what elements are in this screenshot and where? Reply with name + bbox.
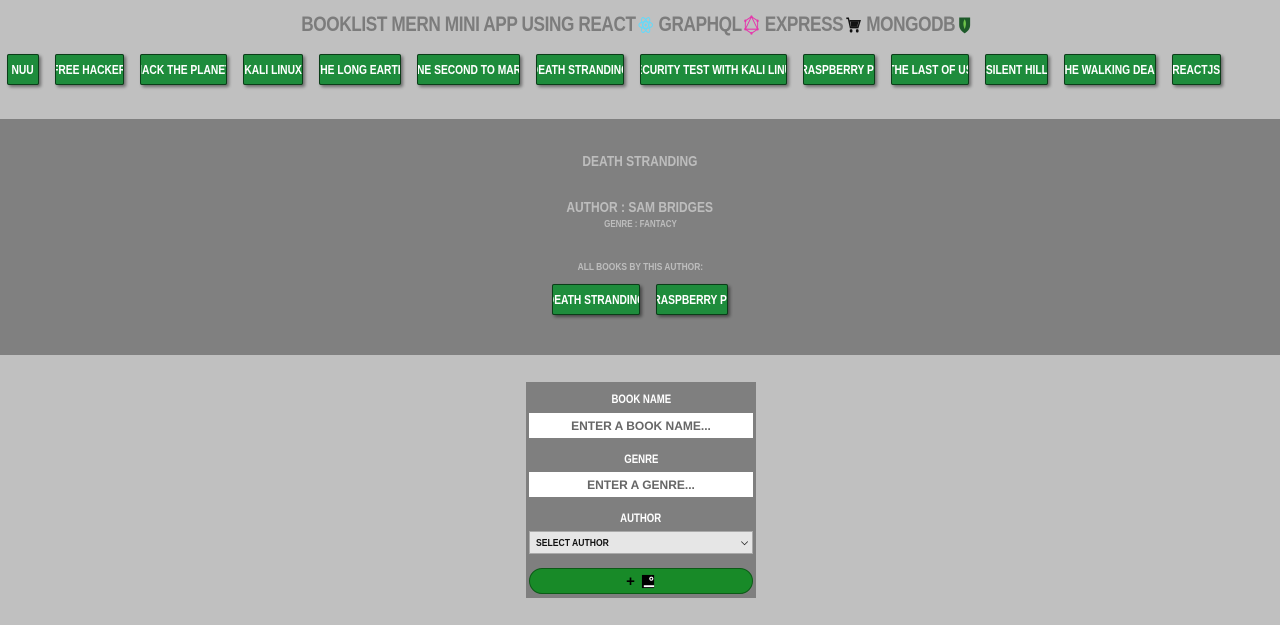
book-item-reactjs[interactable]: ReactJS <box>1172 54 1221 85</box>
express-cart-icon <box>846 17 862 33</box>
book-item-one-second-to-mars[interactable]: One Second To Mars <box>417 54 520 85</box>
title-text: BookList MERN Mini App using React <box>301 13 637 36</box>
book-item-the-walking-dead[interactable]: The Walking Dead <box>1064 54 1156 85</box>
add-book-button[interactable]: + <box>529 568 753 594</box>
mongodb-label: MongoDB <box>866 13 956 36</box>
author-label: Author <box>620 511 662 525</box>
details-book-title: Death Stranding <box>582 153 698 170</box>
details-genre: Genre : Fantacy <box>603 219 677 230</box>
react-icon <box>638 17 654 33</box>
book-item-raspberry-pi[interactable]: Raspberry Pi <box>803 54 875 85</box>
plus-label: + <box>626 572 635 590</box>
book-item-silent-hill[interactable]: Silent Hill <box>985 54 1048 85</box>
book-item-death-stranding[interactable]: Death Stranding <box>536 54 624 85</box>
author-select-value: Select author <box>536 536 609 549</box>
book-icon <box>641 574 654 588</box>
app-title: BookList MERN Mini App using React Graph… <box>0 12 1280 38</box>
all-books-label: All Books by this author: <box>577 261 703 273</box>
add-book-form: Book Name Genre Author Select author ⌵ + <box>526 382 756 598</box>
graphql-label: GraphQL <box>658 13 743 36</box>
book-item-kali-linux[interactable]: Kali Linux <box>243 54 303 85</box>
genre-input[interactable] <box>529 472 753 497</box>
author-book-raspberry-pi[interactable]: Raspberry Pi <box>656 284 728 315</box>
mongodb-leaf-icon <box>959 17 971 34</box>
author-select[interactable]: Select author ⌵ <box>529 531 753 554</box>
book-item-security-test[interactable]: Security Test With Kali Linux <box>640 54 787 85</box>
details-author: Author : Sam Bridges <box>566 199 714 216</box>
book-item-hack-the-planet[interactable]: Hack The Planet <box>140 54 227 85</box>
book-name-label: Book Name <box>611 392 671 406</box>
book-item-the-last-of-us[interactable]: The Last Of Us <box>891 54 969 85</box>
book-list: NUU Free Hacker Hack The Planet Kali Lin… <box>7 54 1280 86</box>
book-name-input[interactable] <box>529 413 753 438</box>
genre-label: Genre <box>623 452 659 466</box>
author-book-death-stranding[interactable]: Death Stranding <box>552 284 640 315</box>
graphql-icon <box>744 15 760 35</box>
book-item-free-hacker[interactable]: Free Hacker <box>55 54 124 85</box>
book-details-panel: Death Stranding Author : Sam Bridges Gen… <box>0 119 1280 355</box>
chevron-down-icon: ⌵ <box>741 537 748 547</box>
book-item-nuu[interactable]: NUU <box>7 54 39 85</box>
book-item-the-long-earth[interactable]: The Long Earth <box>319 54 401 85</box>
express-label: Express <box>765 13 844 36</box>
